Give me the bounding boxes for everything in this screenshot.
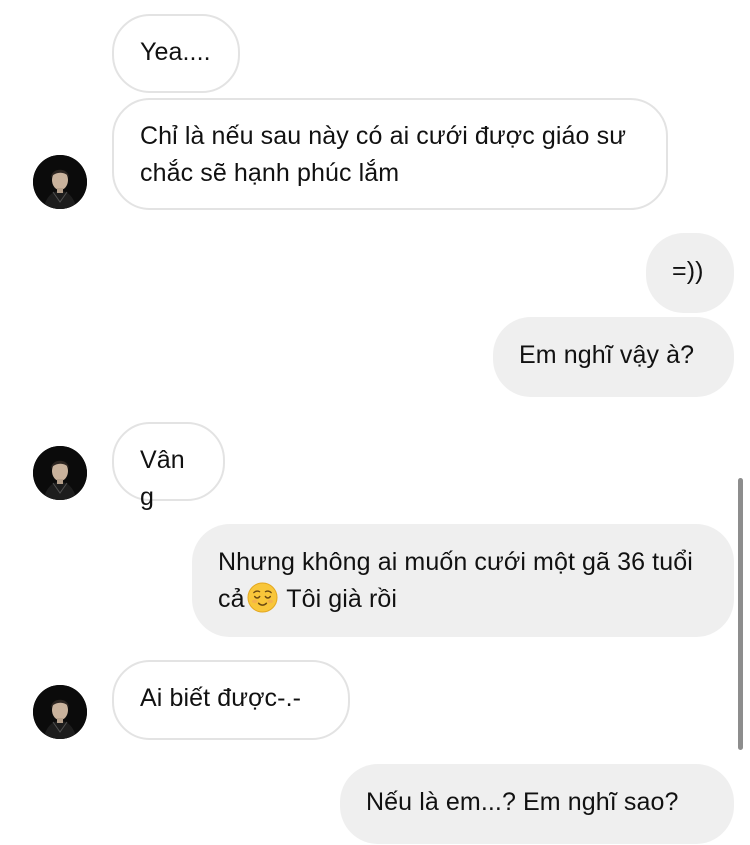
message-incoming[interactable]: Vâng (112, 422, 225, 511)
message-incoming[interactable]: Yea.... (112, 14, 240, 93)
sender-avatar[interactable] (33, 685, 87, 739)
sender-avatar[interactable] (33, 446, 87, 500)
message-text: Nếu là em...? Em nghĩ sao? (366, 788, 679, 816)
message-text: Ai biết được-.- (140, 684, 302, 712)
relieved-face-emoji-icon (247, 582, 278, 613)
message-incoming[interactable]: Ai biết được-.- (112, 660, 350, 740)
avatar-image (33, 446, 87, 500)
message-outgoing[interactable]: Em nghĩ vậy à? (493, 317, 734, 397)
message-text: =)) (672, 257, 704, 285)
avatar-image (33, 685, 87, 739)
message-text: Em nghĩ vậy à? (519, 341, 695, 369)
message-outgoing[interactable]: =)) (646, 233, 734, 313)
message-outgoing[interactable]: Nhưng không ai muốn cưới một gã 36 tuổi … (192, 524, 734, 637)
message-text: Vâng (140, 446, 185, 511)
chat-thread: Yea.... Chỉ là nếu sau này có ai cưới đư… (0, 0, 750, 845)
sender-avatar[interactable] (33, 155, 87, 209)
avatar-image (33, 155, 87, 209)
vertical-scrollbar[interactable] (738, 478, 743, 750)
message-text: Chỉ là nếu sau này có ai cưới được giáo … (140, 122, 627, 187)
message-outgoing[interactable]: Nếu là em...? Em nghĩ sao? (340, 764, 734, 844)
message-text-continued: Tôi già rồi (279, 585, 398, 613)
message-incoming[interactable]: Chỉ là nếu sau này có ai cưới được giáo … (112, 98, 668, 210)
message-text: Yea.... (140, 38, 211, 66)
